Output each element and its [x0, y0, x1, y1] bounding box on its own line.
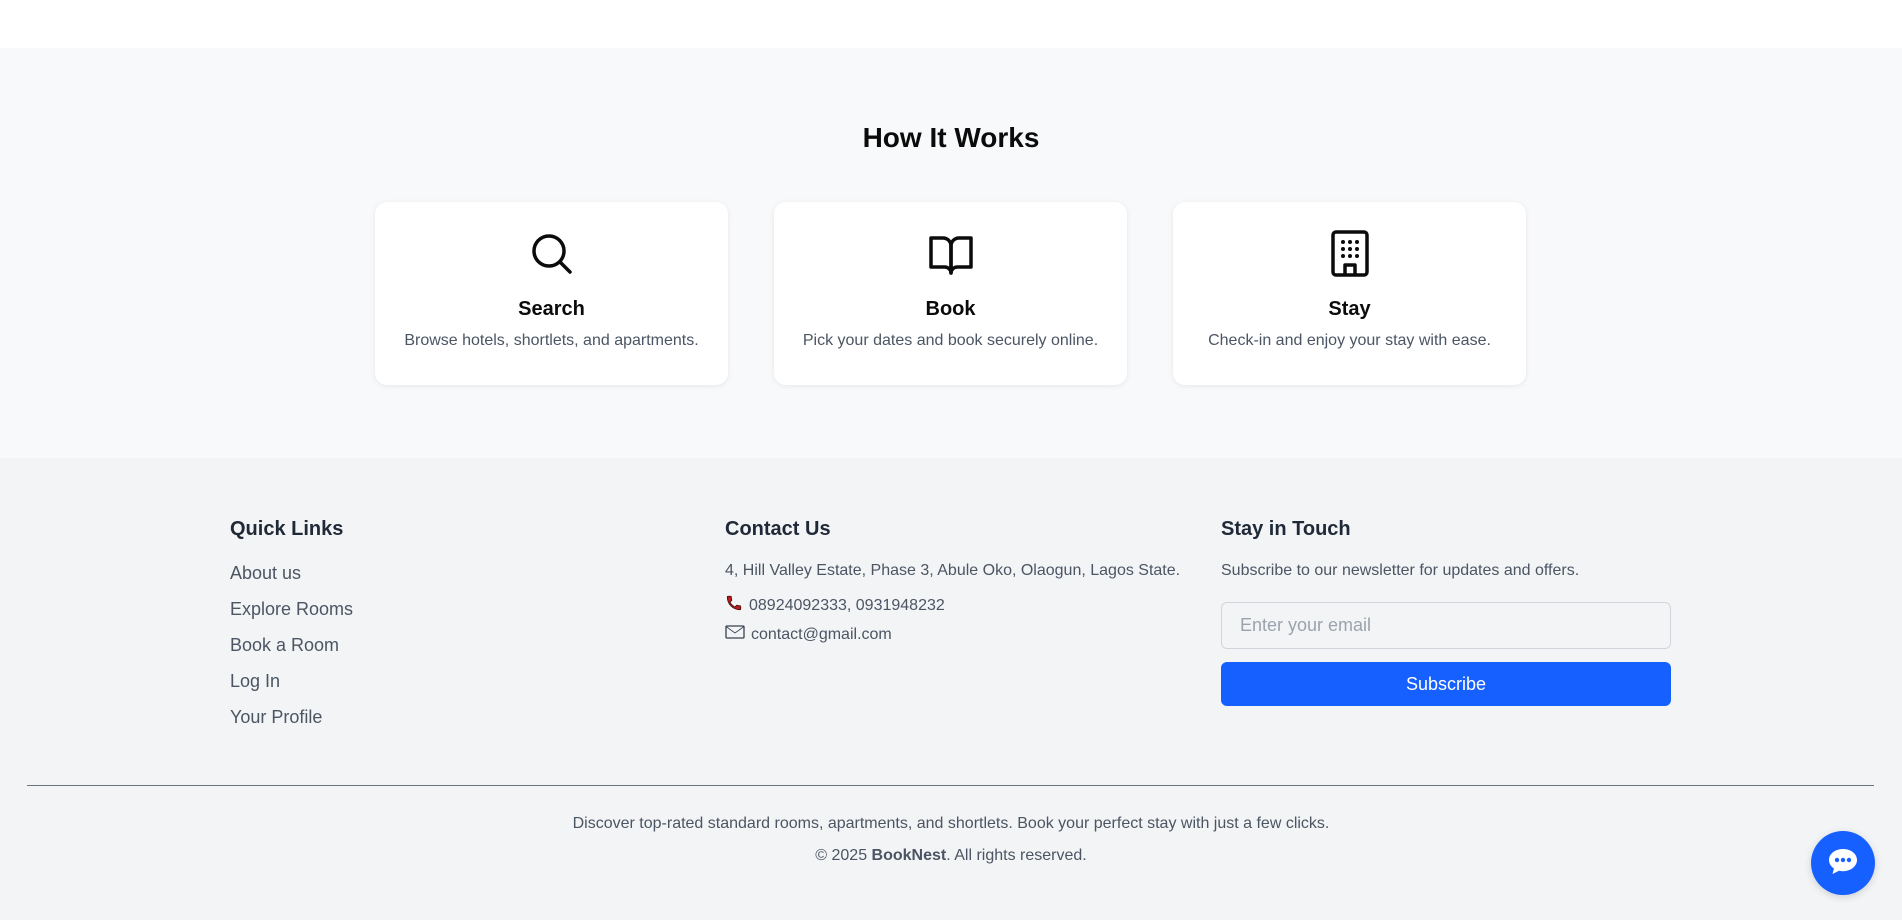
- envelope-icon: [725, 625, 745, 644]
- footer-link-book-room[interactable]: Book a Room: [230, 635, 339, 656]
- email-text[interactable]: contact@gmail.com: [751, 626, 892, 644]
- step-card-search: Search Browse hotels, shortlets, and apa…: [375, 202, 728, 385]
- phone-text: 08924092333, 0931948232: [749, 596, 945, 614]
- subscribe-button[interactable]: Subscribe: [1221, 662, 1671, 706]
- site-footer: Quick Links About us Explore Rooms Book …: [0, 458, 1902, 920]
- top-strip: [0, 0, 1902, 48]
- newsletter-title: Stay in Touch: [1221, 518, 1351, 540]
- book-open-icon: [774, 230, 1127, 278]
- step-title: Book: [925, 298, 976, 320]
- footer-link-about[interactable]: About us: [230, 563, 301, 584]
- step-title: Stay: [1328, 298, 1371, 320]
- step-description: Check-in and enjoy your stay with ease.: [1208, 332, 1491, 349]
- chat-button[interactable]: [1811, 831, 1875, 895]
- quick-links-title: Quick Links: [230, 518, 344, 540]
- brand-name: BookNest: [871, 847, 947, 864]
- building-icon: [1173, 230, 1526, 278]
- footer-link-explore-rooms[interactable]: Explore Rooms: [230, 599, 353, 620]
- contact-title: Contact Us: [725, 518, 831, 540]
- contact-phone: 08924092333, 0931948232: [725, 594, 945, 617]
- newsletter-description: Subscribe to our newsletter for updates …: [1221, 562, 1580, 579]
- contact-email: contact@gmail.com: [725, 625, 892, 644]
- phone-icon: [725, 594, 743, 617]
- how-it-works-section: How It Works Search Browse hotels, short…: [0, 48, 1902, 458]
- step-title: Search: [518, 298, 585, 320]
- step-description: Pick your dates and book securely online…: [802, 332, 1099, 349]
- footer-divider: [27, 785, 1874, 786]
- copyright: © 2025 BookNest. All rights reserved.: [0, 847, 1902, 865]
- section-title: How It Works: [862, 122, 1040, 153]
- step-card-stay: Stay Check-in and enjoy your stay with e…: [1173, 202, 1526, 385]
- newsletter-email-input[interactable]: [1221, 602, 1671, 649]
- copyright-suffix: . All rights reserved.: [946, 847, 1087, 864]
- address-text: 4, Hill Valley Estate, Phase 3, Abule Ok…: [725, 562, 1181, 579]
- chat-bubble-icon: [1827, 846, 1859, 881]
- footer-link-profile[interactable]: Your Profile: [230, 707, 322, 728]
- step-description: Browse hotels, shortlets, and apartments…: [404, 332, 699, 349]
- copyright-prefix: © 2025: [815, 847, 868, 864]
- footer-link-login[interactable]: Log In: [230, 671, 280, 692]
- footer-tagline: Discover top-rated standard rooms, apart…: [572, 815, 1330, 832]
- contact-address: 4, Hill Valley Estate, Phase 3, Abule Ok…: [725, 562, 1180, 580]
- search-icon: [375, 230, 728, 278]
- step-card-book: Book Pick your dates and book securely o…: [774, 202, 1127, 385]
